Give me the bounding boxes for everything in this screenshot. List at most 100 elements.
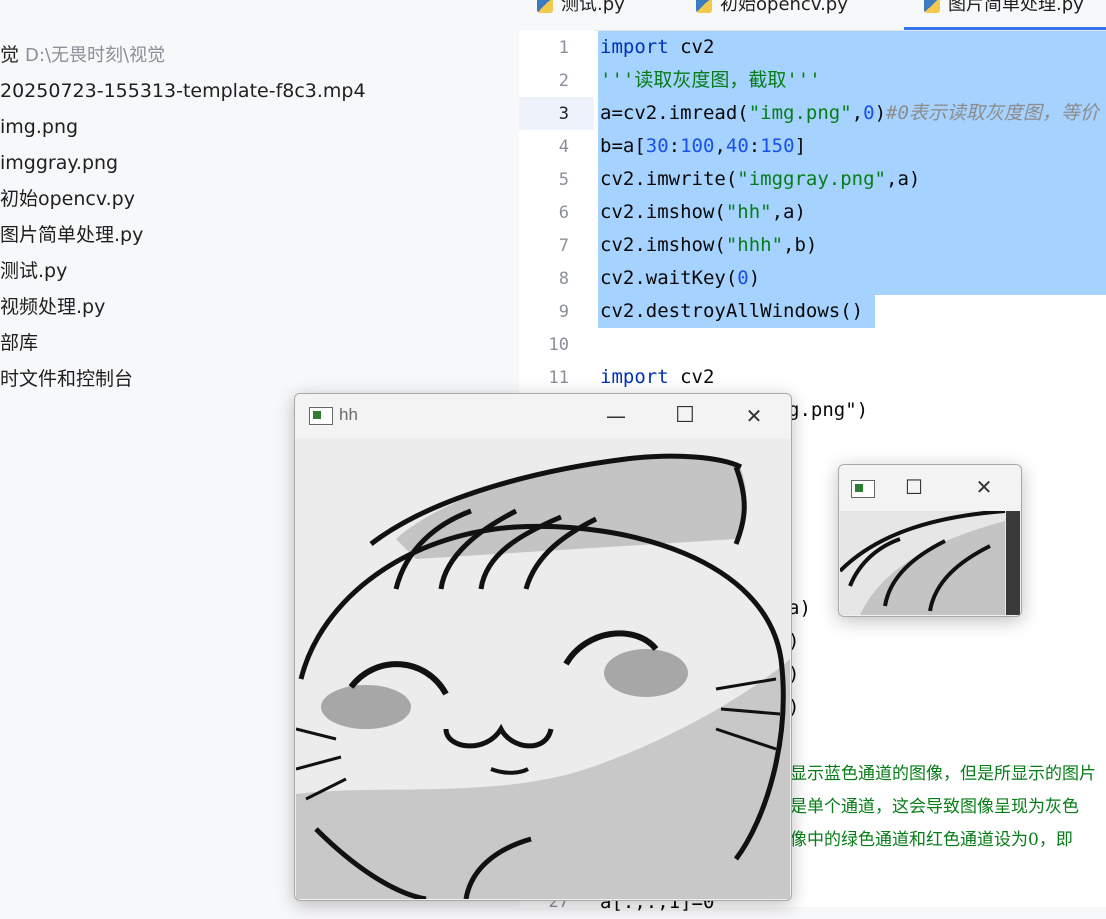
tab-label: 图片简单处理.py (948, 0, 1084, 15)
tree-item-label: 初始opencv.py (0, 188, 135, 210)
code-token: cv2.imshow( (600, 201, 726, 223)
tree-item-video-processing[interactable]: 视频处理.py (0, 292, 105, 322)
code-token: 40 (725, 135, 749, 157)
line-number: 1 (558, 38, 569, 58)
cat-drawing (295, 439, 790, 900)
tab-label: 测试.py (561, 0, 625, 15)
python-file-icon (924, 0, 940, 13)
editor-tab-bar: 测试.py 初始opencv.py 图片简单处理.py (519, 0, 1106, 31)
code-token: : (668, 135, 681, 157)
project-root-name: 觉 (0, 44, 20, 66)
code-token: cv2.imwrite( (600, 168, 738, 190)
code-token: , (851, 102, 864, 124)
tab-label: 初始opencv.py (720, 0, 848, 15)
project-root-path: D:\无畏时刻\视觉 (25, 45, 166, 66)
code-token: : (748, 135, 761, 157)
code-token: ,a) (771, 201, 806, 223)
line-number: 9 (558, 302, 569, 322)
window-app-icon (851, 480, 875, 498)
cropped-image (839, 509, 1020, 615)
tree-item-image-processing[interactable]: 图片简单处理.py (0, 220, 143, 250)
code-token: ,b) (783, 234, 818, 256)
line-number: 2 (558, 71, 569, 91)
code-token: ,a) (886, 168, 921, 190)
line-number: 7 (558, 236, 569, 256)
project-root-row[interactable]: 觉 D:\无畏时刻\视觉 (0, 40, 165, 70)
line-number: 3 (558, 104, 569, 124)
tree-item-img[interactable]: img.png (0, 112, 78, 142)
code-token: import (600, 366, 669, 388)
code-token: #0表示读取灰度图，等价 (886, 102, 1099, 124)
code-line[interactable]: cv2.imshow("hh",a) (600, 196, 806, 229)
code-line[interactable]: cv2.imwrite("imggray.png",a) (600, 163, 920, 196)
close-button[interactable]: ✕ (731, 394, 777, 438)
tree-item-external-libraries[interactable]: 部库 (0, 328, 38, 358)
tree-item-label: 20250723-155313-template-f8c3.mp4 (0, 80, 366, 102)
code-line[interactable]: a=cv2.imread("img.png",0)#0表示读取灰度图，等价 (600, 97, 1099, 130)
code-token: cv2.imshow( (600, 234, 726, 256)
line-number: 10 (548, 335, 569, 355)
line-number: 4 (558, 137, 569, 157)
code-token: cv2.destroyAllWindows() (600, 300, 864, 322)
maximize-button[interactable]: ☐ (891, 465, 937, 509)
python-file-icon (537, 0, 553, 13)
tree-item-scratches-consoles[interactable]: 时文件和控制台 (0, 364, 133, 394)
tree-item-label: 时文件和控制台 (0, 368, 134, 390)
grayscale-image (295, 439, 790, 900)
code-line[interactable]: cv2.destroyAllWindows() (600, 295, 863, 328)
code-line[interactable]: '''读取灰度图，截取''' (600, 64, 821, 97)
cropped-cat-drawing (839, 509, 1020, 615)
code-line[interactable]: cv2.imshow("hhh",b) (600, 229, 817, 262)
code-token: 30 (645, 135, 669, 157)
tree-item-label: imggray.png (0, 152, 119, 174)
code-token: b=a[ (600, 135, 646, 157)
tree-item-imggray[interactable]: imggray.png (0, 148, 118, 178)
tab-init-opencv[interactable]: 初始opencv.py (696, 0, 848, 22)
code-token: "hhh" (725, 234, 784, 256)
image-window-hhh[interactable]: ☐ ✕ (838, 464, 1022, 617)
maximize-button[interactable]: ☐ (662, 394, 708, 438)
code-token: ) (874, 102, 887, 124)
code-token: a=cv2.imread( (600, 102, 749, 124)
window-titlebar[interactable]: hh — ☐ ✕ (295, 394, 791, 438)
active-tab-indicator (904, 27, 1106, 30)
close-button[interactable]: ✕ (961, 465, 1007, 509)
tab-test[interactable]: 测试.py (537, 0, 625, 22)
minimize-button[interactable]: — (593, 394, 639, 438)
tree-item-test[interactable]: 测试.py (0, 256, 67, 286)
code-token: 0 (863, 102, 875, 124)
comment-fragment: 显示蓝色通道的图像，但是所显示的图片 (790, 764, 1096, 784)
code-token: cv2 (668, 366, 715, 388)
code-line[interactable]: cv2.waitKey(0) (600, 262, 760, 295)
code-token: cv2.waitKey( (600, 267, 738, 289)
line-number: 5 (558, 170, 569, 190)
window-app-icon (309, 407, 333, 425)
code-line[interactable]: import cv2 (600, 361, 714, 394)
code-line[interactable]: b=a[30:100,40:150] (600, 130, 806, 163)
tree-item-label: 视频处理.py (0, 296, 106, 318)
window-titlebar[interactable]: ☐ ✕ (839, 465, 1021, 511)
comment-fragment: 是单个通道，这会导致图像呈现为灰色 (790, 797, 1079, 817)
code-token: '''读取灰度图，截取''' (600, 69, 821, 91)
code-token: import (600, 36, 669, 58)
tree-item-video[interactable]: 20250723-155313-template-f8c3.mp4 (0, 76, 366, 106)
tree-item-label: 测试.py (0, 260, 68, 282)
tree-item-init-opencv[interactable]: 初始opencv.py (0, 184, 135, 214)
code-line[interactable]: import cv2 (600, 31, 714, 64)
comment-fragment: 像中的绿色通道和红色通道设为0，即 (790, 830, 1073, 850)
line-number: 8 (558, 269, 569, 289)
code-token: 0 (737, 267, 749, 289)
code-token: ) (748, 267, 761, 289)
code-token: "imggray.png" (737, 168, 886, 190)
code-token: "hh" (725, 201, 772, 223)
code-token: ] (794, 135, 807, 157)
code-token: "img.png" (748, 102, 852, 124)
image-window-hh[interactable]: hh — ☐ ✕ (294, 393, 792, 901)
code-token: 150 (760, 135, 795, 157)
tab-image-processing[interactable]: 图片简单处理.py (924, 0, 1084, 22)
line-number: 11 (548, 368, 569, 388)
code-token: cv2 (668, 36, 715, 58)
tree-item-label: 图片简单处理.py (0, 224, 144, 246)
python-file-icon (696, 0, 712, 13)
tree-item-label: img.png (0, 116, 79, 138)
